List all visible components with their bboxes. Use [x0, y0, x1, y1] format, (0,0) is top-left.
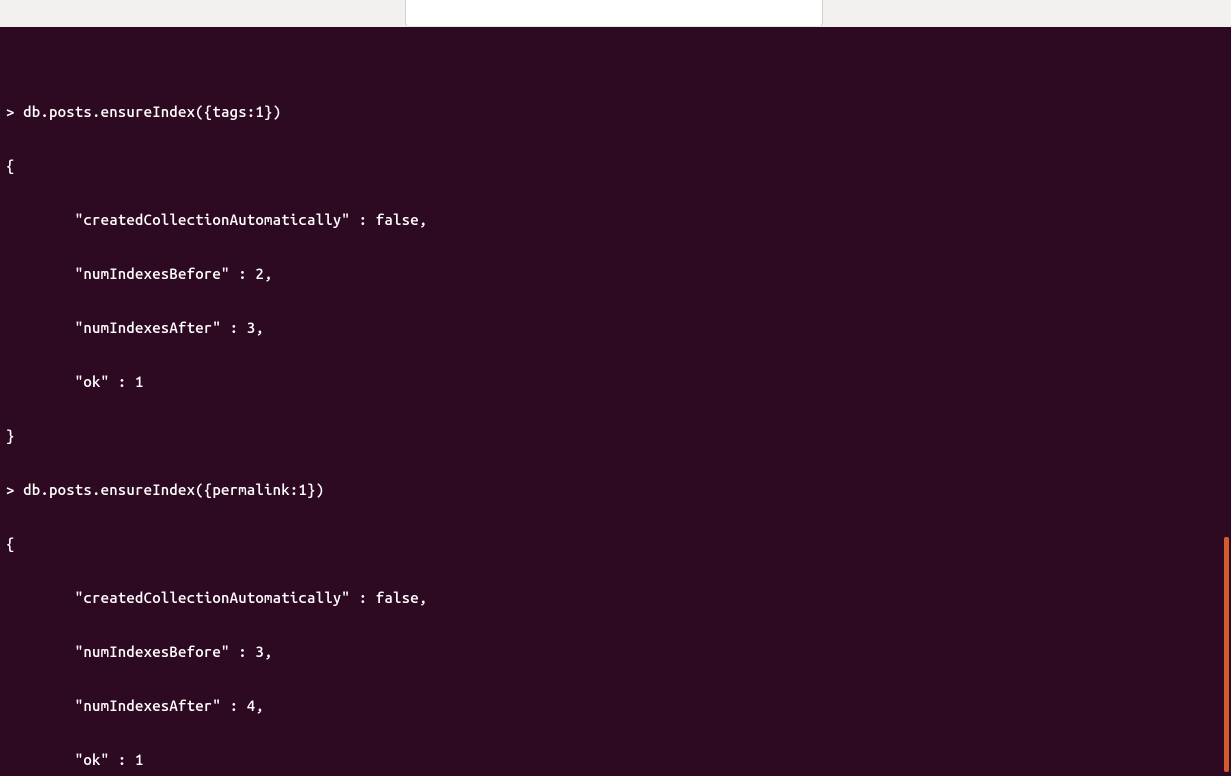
- terminal-line: "createdCollectionAutomatically" : false…: [6, 211, 1225, 229]
- terminal-line: "numIndexesBefore" : 2,: [6, 265, 1225, 283]
- terminal-line: "numIndexesBefore" : 3,: [6, 643, 1225, 661]
- terminal-viewport[interactable]: > db.posts.ensureIndex({tags:1}) { "crea…: [0, 27, 1231, 776]
- terminal-line: > db.posts.ensureIndex({permalink:1}): [6, 481, 1225, 499]
- terminal-content: > db.posts.ensureIndex({tags:1}) { "crea…: [6, 67, 1225, 776]
- terminal-line: "numIndexesAfter" : 3,: [6, 319, 1225, 337]
- window-tab[interactable]: [405, 0, 823, 27]
- terminal-line: {: [6, 535, 1225, 553]
- terminal-line: > db.posts.ensureIndex({tags:1}): [6, 103, 1225, 121]
- terminal-line: {: [6, 157, 1225, 175]
- terminal-line: "ok" : 1: [6, 373, 1225, 391]
- terminal-line: "ok" : 1: [6, 751, 1225, 769]
- terminal-line: "createdCollectionAutomatically" : false…: [6, 589, 1225, 607]
- terminal-line: "numIndexesAfter" : 4,: [6, 697, 1225, 715]
- scrollbar-thumb[interactable]: [1224, 537, 1229, 772]
- window-titlebar: [0, 0, 1231, 27]
- terminal-line: }: [6, 427, 1225, 445]
